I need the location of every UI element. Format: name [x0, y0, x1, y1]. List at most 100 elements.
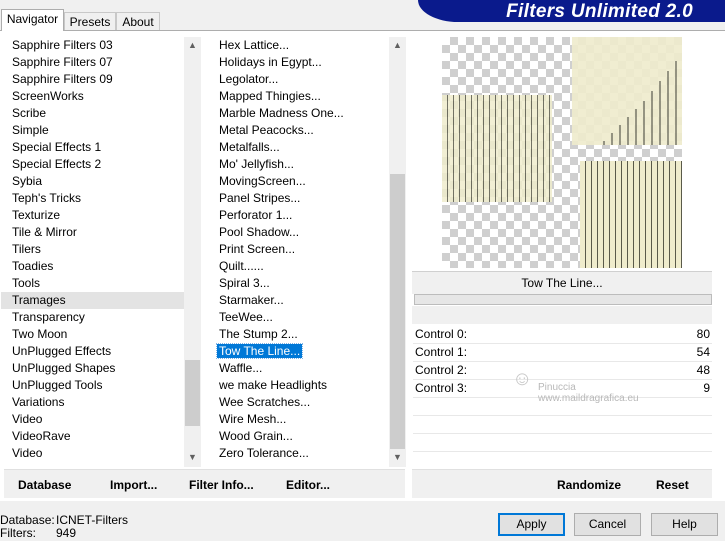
list-item[interactable]: Variations — [1, 394, 184, 411]
list-item-label: Spiral 3... — [219, 276, 270, 290]
list-item[interactable]: UnPlugged Shapes — [1, 360, 184, 377]
control-value[interactable]: 9 — [703, 379, 710, 397]
help-button[interactable]: Help — [651, 513, 718, 536]
category-list[interactable]: Sapphire Filters 03 Sapphire Filters 07 Sa… — [1, 37, 184, 467]
list-item[interactable]: VideoRave — [1, 428, 184, 445]
list-item-label: Simple — [12, 123, 49, 137]
list-item[interactable]: Panel Stripes... — [216, 190, 389, 207]
list-item[interactable]: Scribe — [1, 105, 184, 122]
control-value[interactable]: 80 — [697, 325, 710, 343]
list-item[interactable]: Video — [1, 445, 184, 462]
tab-navigator[interactable]: Navigator — [1, 9, 64, 31]
list-item[interactable]: Special Effects 1 — [1, 139, 184, 156]
list-item[interactable]: The Stump 2... — [216, 326, 389, 343]
list-item[interactable]: Special Effects 2 — [1, 156, 184, 173]
cancel-button[interactable]: Cancel — [574, 513, 641, 536]
list-item[interactable]: Sapphire Filters 07 — [1, 54, 184, 71]
list-item[interactable]: we make Headlights — [216, 377, 389, 394]
list-item-label: Tile & Mirror — [12, 225, 77, 239]
list-item-label: MovingScreen... — [219, 174, 306, 188]
scroll-down-icon[interactable]: ▼ — [389, 449, 406, 466]
reset-button[interactable]: Reset — [656, 478, 689, 492]
list-item-label: Metalfalls... — [219, 140, 280, 154]
control-label: Control 2: — [415, 363, 468, 377]
preview-image — [442, 37, 682, 268]
list-item[interactable]: Metalfalls... — [216, 139, 389, 156]
randomize-button[interactable]: Randomize — [557, 478, 621, 492]
list-item[interactable]: Starmaker... — [216, 292, 389, 309]
list-item[interactable]: Mo' Jellyfish... — [216, 156, 389, 173]
list-item-label: Holidays in Egypt... — [219, 55, 322, 69]
list-item-label: Zero Tolerance... — [219, 446, 309, 460]
list-item[interactable]: Sapphire Filters 03 — [1, 37, 184, 54]
title-banner: Filters Unlimited 2.0 — [418, 0, 725, 22]
list-item-label: Mo' Jellyfish... — [219, 157, 294, 171]
list-item[interactable]: Zero Tolerance... — [216, 445, 389, 462]
list-item[interactable]: Simple — [1, 122, 184, 139]
scroll-up-icon[interactable]: ▲ — [389, 37, 406, 54]
list-item[interactable]: Mapped Thingies... — [216, 88, 389, 105]
control-row-2[interactable]: Control 2: 48 — [413, 361, 712, 380]
scroll-up-icon[interactable]: ▲ — [184, 37, 201, 54]
list-item[interactable]: Wire Mesh... — [216, 411, 389, 428]
list-item[interactable]: UnPlugged Effects — [1, 343, 184, 360]
tab-presets[interactable]: Presets — [64, 12, 116, 30]
list-item[interactable]: Two Moon — [1, 326, 184, 343]
list-item-label: The Stump 2... — [219, 327, 298, 341]
database-button[interactable]: Database — [18, 478, 71, 492]
list-item[interactable]: TeeWee... — [216, 309, 389, 326]
scroll-down-icon[interactable]: ▼ — [184, 449, 201, 466]
control-row-0[interactable]: Control 0: 80 — [413, 325, 712, 344]
control-value[interactable]: 54 — [697, 343, 710, 361]
editor-button[interactable]: Editor... — [286, 478, 330, 492]
list-item[interactable]: Sapphire Filters 09 — [1, 71, 184, 88]
list-item[interactable]: Waffle... — [216, 360, 389, 377]
category-scrollbar[interactable]: ▲ ▼ — [184, 37, 201, 467]
list-item-label: Panel Stripes... — [219, 191, 301, 205]
list-item[interactable]: Perforator 1... — [216, 207, 389, 224]
list-item-label: ScreenWorks — [12, 89, 84, 103]
control-row-1[interactable]: Control 1: 54 — [413, 343, 712, 362]
list-item[interactable]: Quilt...... — [216, 258, 389, 275]
list-item[interactable]: Legolator... — [216, 71, 389, 88]
list-item[interactable]: Toadies — [1, 258, 184, 275]
list-item[interactable]: Marble Madness One... — [216, 105, 389, 122]
list-item[interactable]: Hex Lattice... — [216, 37, 389, 54]
list-item[interactable]: Wood Grain... — [216, 428, 389, 445]
list-item[interactable]: Print Screen... — [216, 241, 389, 258]
list-item[interactable]: Tilers — [1, 241, 184, 258]
list-item[interactable]: ScreenWorks — [1, 88, 184, 105]
list-item-label: Special Effects 1 — [12, 140, 102, 154]
list-item[interactable]: Tools — [1, 275, 184, 292]
list-item[interactable]: Texturize — [1, 207, 184, 224]
list-item[interactable]: Sybia — [1, 173, 184, 190]
list-item[interactable]: UnPlugged Tools — [1, 377, 184, 394]
list-item-label: Hex Lattice... — [219, 38, 290, 52]
control-value[interactable]: 48 — [697, 361, 710, 379]
filter-list[interactable]: Hex Lattice... Holidays in Egypt... Legola… — [216, 37, 389, 467]
list-item-label: Metal Peacocks... — [219, 123, 314, 137]
list-item[interactable]: Pool Shadow... — [216, 224, 389, 241]
list-item[interactable]: Video — [1, 411, 184, 428]
control-label: Control 3: — [415, 381, 468, 395]
list-item[interactable]: Teph's Tricks — [1, 190, 184, 207]
apply-button[interactable]: Apply — [498, 513, 565, 536]
filter-scroll-thumb[interactable] — [390, 174, 405, 449]
list-item[interactable]: Metal Peacocks... — [216, 122, 389, 139]
tab-about[interactable]: About — [116, 12, 160, 30]
import-button[interactable]: Import... — [110, 478, 157, 492]
preview-stripe-ramp — [603, 61, 677, 145]
list-item-label: Transparency — [12, 310, 85, 324]
list-item-label: Video — [12, 412, 43, 426]
list-item[interactable]: Tile & Mirror — [1, 224, 184, 241]
list-item[interactable]: MovingScreen... — [216, 173, 389, 190]
list-item[interactable]: Tramages — [1, 292, 184, 309]
filter-scrollbar[interactable]: ▲ ▼ — [389, 37, 406, 467]
category-scroll-thumb[interactable] — [185, 360, 200, 426]
list-item[interactable]: Wee Scratches... — [216, 394, 389, 411]
list-item[interactable]: Spiral 3... — [216, 275, 389, 292]
list-item[interactable]: Transparency — [1, 309, 184, 326]
list-item[interactable]: Tow The Line... — [216, 343, 389, 360]
filter-info-button[interactable]: Filter Info... — [189, 478, 254, 492]
list-item[interactable]: Holidays in Egypt... — [216, 54, 389, 71]
